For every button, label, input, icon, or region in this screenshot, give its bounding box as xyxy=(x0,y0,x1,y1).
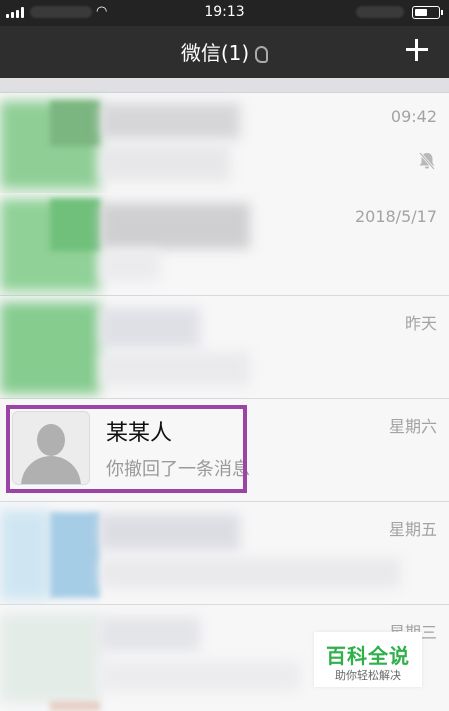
blurred-message xyxy=(100,145,230,181)
battery-percent-blurred xyxy=(356,6,404,18)
blurred-name xyxy=(100,514,240,550)
chat-row[interactable]: 2018/5/17 xyxy=(0,193,449,296)
chat-time: 2018/5/17 xyxy=(354,207,437,226)
battery-icon xyxy=(412,6,443,19)
blurred-name xyxy=(100,203,250,249)
watermark-title: 百科全说 xyxy=(326,644,410,668)
chat-row[interactable]: 09:42 xyxy=(0,93,449,196)
watermark-subtitle: 助你轻松解决 xyxy=(335,669,401,682)
earpiece-mode-icon xyxy=(255,46,269,63)
chat-row-highlighted[interactable]: 某某人 你撤回了一条消息 星期六 xyxy=(0,399,449,502)
status-bar: ◠ 19:13 xyxy=(0,0,449,26)
blurred-avatar xyxy=(0,613,100,703)
blurred-message xyxy=(100,251,160,281)
blurred-name xyxy=(100,617,200,651)
blurred-avatar xyxy=(0,510,50,600)
list-top-edge xyxy=(0,78,449,93)
add-button[interactable] xyxy=(399,32,435,68)
page-title: 微信(1) xyxy=(180,41,250,65)
chat-row[interactable]: 昨天 xyxy=(0,296,449,399)
watermark-logo: 百科全说 助你轻松解决 xyxy=(314,632,422,687)
chat-time: 09:42 xyxy=(390,107,437,126)
blurred-message xyxy=(100,352,250,386)
highlight-box xyxy=(6,405,247,493)
chat-time: 星期五 xyxy=(388,520,437,539)
blurred-avatar xyxy=(0,302,100,394)
mute-bell-icon xyxy=(419,152,435,170)
chat-time: 星期六 xyxy=(388,417,437,436)
blurred-name xyxy=(100,308,200,348)
chat-list[interactable]: 09:42 2018/5/17 昨天 某某人 你撤回了一条消息 星期六 星期五 xyxy=(0,78,449,711)
blurred-message xyxy=(100,558,400,588)
nav-bar: 微信(1) xyxy=(0,26,449,78)
chat-row[interactable]: 星期五 xyxy=(0,502,449,605)
chat-time: 昨天 xyxy=(404,314,437,333)
blurred-name xyxy=(100,103,240,139)
blurred-message xyxy=(100,661,300,691)
